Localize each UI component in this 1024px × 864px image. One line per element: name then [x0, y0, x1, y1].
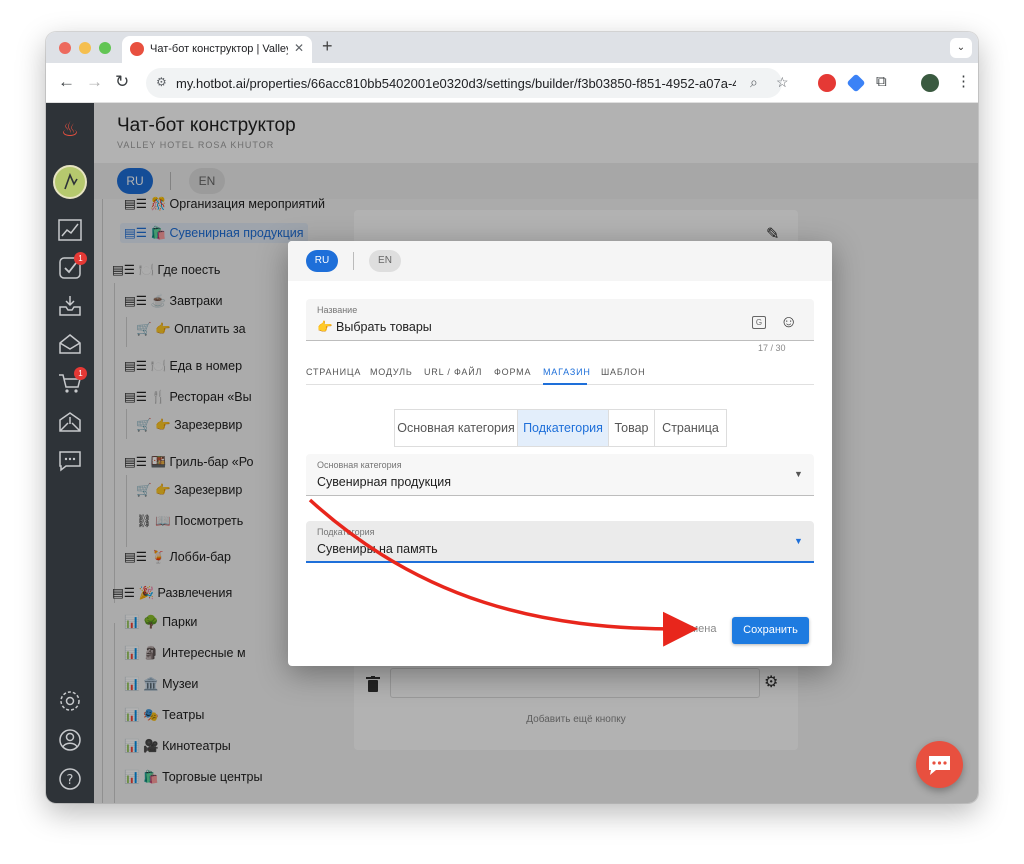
- mail-open-icon[interactable]: [56, 409, 84, 437]
- inbox-icon[interactable]: [56, 293, 84, 321]
- browser-tab[interactable]: Чат-бот конструктор | Valley ✕: [122, 36, 312, 63]
- dialog-language-bar: RU EN: [288, 241, 832, 281]
- back-icon[interactable]: ←: [58, 72, 75, 92]
- cancel-button[interactable]: Отмена: [677, 623, 716, 635]
- subcategory-value: Сувениры на память: [317, 542, 438, 556]
- chevron-down-icon: ▼: [794, 469, 803, 479]
- modal-backdrop: RU EN Название 👉 Выбрать товары G ☺ 17 /…: [94, 103, 978, 803]
- name-counter: 17 / 30: [758, 343, 786, 353]
- user-avatar[interactable]: [53, 165, 87, 199]
- save-button[interactable]: Сохранить: [732, 617, 809, 644]
- name-field-label: Название: [317, 305, 358, 315]
- chevron-down-icon: ▼: [794, 536, 803, 546]
- tab-close-icon[interactable]: ✕: [294, 41, 304, 55]
- chat-icon[interactable]: [56, 448, 84, 476]
- active-tab-indicator: [543, 383, 587, 385]
- main-category-label: Основная категория: [317, 460, 402, 470]
- svg-text:?: ?: [67, 773, 74, 788]
- tab-bar: Чат-бот конструктор | Valley ✕ + ⌄: [46, 32, 978, 63]
- tab-url-file[interactable]: URL / ФАЙЛ: [424, 367, 482, 377]
- translate-icon[interactable]: G: [752, 316, 766, 329]
- url-text: my.hotbot.ai/properties/66acc810bb540200…: [176, 76, 736, 91]
- avatar-figure-icon: [64, 172, 78, 190]
- chat-bubble-icon: [929, 756, 950, 775]
- tab-shop[interactable]: МАГАЗИН: [543, 367, 591, 377]
- name-field-value: 👉 Выбрать товары: [317, 320, 432, 334]
- chart-icon[interactable]: [56, 217, 84, 245]
- emoji-icon[interactable]: ☺: [780, 312, 797, 332]
- tab-form[interactable]: ФОРМА: [494, 367, 531, 377]
- segment-main-category[interactable]: Основная категория: [394, 409, 518, 447]
- favicon-icon: [130, 42, 144, 56]
- bookmark-star-icon[interactable]: ☆: [776, 74, 789, 91]
- name-field[interactable]: Название 👉 Выбрать товары G ☺: [306, 299, 814, 341]
- help-icon[interactable]: ?: [56, 766, 84, 794]
- forward-icon[interactable]: →: [86, 72, 103, 92]
- dialog-lang-en[interactable]: EN: [369, 250, 401, 272]
- subcategory-select[interactable]: Подкатегория Сувениры на память ▼: [306, 521, 814, 563]
- tab-module[interactable]: МОДУЛЬ: [370, 367, 413, 377]
- extension-tag-icon[interactable]: [846, 73, 866, 93]
- mailbox-icon[interactable]: [56, 331, 84, 359]
- flame-logo-icon[interactable]: ♨: [56, 116, 84, 144]
- new-tab-button[interactable]: +: [322, 36, 333, 57]
- button-edit-dialog: RU EN Название 👉 Выбрать товары G ☺ 17 /…: [288, 241, 832, 666]
- tab-page[interactable]: СТРАНИЦА: [306, 367, 361, 377]
- tasks-badge: 1: [74, 252, 87, 265]
- settings-icon[interactable]: [56, 688, 84, 716]
- site-info-icon[interactable]: ⚙: [156, 75, 167, 89]
- subcategory-label: Подкатегория: [317, 527, 375, 537]
- extensions-puzzle-icon[interactable]: ⧉: [876, 73, 887, 90]
- window-close-button[interactable]: [59, 42, 71, 54]
- segment-product[interactable]: Товар: [608, 409, 655, 447]
- dialog-lang-divider: [353, 252, 354, 270]
- browser-window: Чат-бот конструктор | Valley ✕ + ⌄ ← → ↻…: [46, 32, 978, 803]
- address-bar[interactable]: ⚙ my.hotbot.ai/properties/66acc810bb5402…: [146, 68, 789, 98]
- dialog-lang-ru[interactable]: RU: [306, 250, 338, 272]
- tab-title: Чат-бот конструктор | Valley: [150, 43, 288, 55]
- tab-template[interactable]: ШАБЛОН: [601, 367, 645, 377]
- browser-menu-icon[interactable]: ⋮: [956, 72, 971, 90]
- segment-subcategory[interactable]: Подкатегория: [517, 409, 609, 447]
- window-minimize-button[interactable]: [79, 42, 91, 54]
- extension-opera-icon[interactable]: [818, 74, 836, 92]
- support-chat-button[interactable]: [916, 741, 963, 788]
- account-icon[interactable]: [56, 727, 84, 755]
- zoom-icon[interactable]: ⌕: [750, 74, 758, 91]
- orders-badge: 1: [74, 367, 87, 380]
- app-sidebar: ♨ 1 1 ?: [46, 103, 94, 803]
- main-category-select[interactable]: Основная категория Сувенирная продукция …: [306, 454, 814, 496]
- main-category-value: Сувенирная продукция: [317, 475, 451, 489]
- tab-search-button[interactable]: ⌄: [950, 38, 972, 58]
- browser-toolbar: ← → ↻ ⚙ my.hotbot.ai/properties/66acc810…: [46, 63, 978, 103]
- app-root: ♨ 1 1 ? Чат-бот конструктор VALLEY HOTEL…: [46, 103, 978, 803]
- segment-page[interactable]: Страница: [654, 409, 727, 447]
- reload-icon[interactable]: ↻: [115, 72, 129, 92]
- window-zoom-button[interactable]: [99, 42, 111, 54]
- profile-avatar[interactable]: [921, 74, 939, 92]
